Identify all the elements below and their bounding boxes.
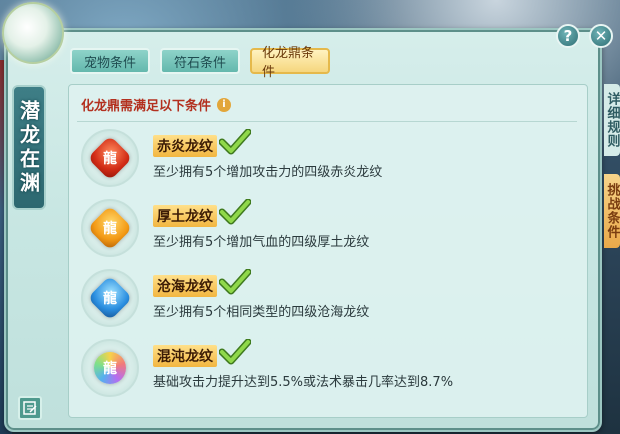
edit-note-button[interactable] bbox=[18, 396, 42, 420]
tab-pet-conditions[interactable]: 宠物条件 bbox=[70, 48, 150, 74]
rune-slot: 龍 bbox=[81, 269, 139, 327]
close-button[interactable]: ✕ bbox=[589, 24, 613, 48]
tab-dragon-cauldron-conditions[interactable]: 化龙鼎条件 bbox=[250, 46, 330, 80]
tab-detailed-rules-label: 详细规则 bbox=[604, 92, 620, 148]
requirement-description: 至少拥有5个增加攻击力的四级赤炎龙纹 bbox=[153, 165, 383, 180]
requirement-name: 混沌龙纹 bbox=[153, 345, 217, 367]
check-icon bbox=[219, 129, 251, 155]
requirement-description: 至少拥有5个增加气血的四级厚土龙纹 bbox=[153, 235, 370, 250]
red-dragon-rune-icon: 龍 bbox=[87, 135, 133, 181]
check-icon bbox=[219, 269, 251, 295]
side-title-text: 潜龙在渊 bbox=[16, 99, 41, 196]
tab-label: 化龙鼎条件 bbox=[262, 46, 315, 80]
requirement-name: 赤炎龙纹 bbox=[153, 135, 217, 157]
requirement-row: 龍 赤炎龙纹 至少拥有5个增加攻击力的四级赤炎龙纹 bbox=[81, 129, 581, 199]
check-icon bbox=[219, 199, 251, 225]
requirement-name: 沧海龙纹 bbox=[153, 275, 217, 297]
requirement-name: 厚土龙纹 bbox=[153, 205, 217, 227]
check-icon bbox=[219, 339, 251, 365]
help-icon: ? bbox=[563, 27, 573, 45]
conditions-heading-text: 化龙鼎需满足以下条件 bbox=[81, 99, 212, 114]
chaos-dragon-rune-icon: 龍 bbox=[94, 352, 126, 384]
rune-slot: 龍 bbox=[81, 199, 139, 257]
help-button[interactable]: ? bbox=[556, 24, 580, 48]
requirement-row: 龍 混沌龙纹 基础攻击力提升达到5.5%或法术暴击几率达到8.7% bbox=[81, 339, 581, 409]
info-icon[interactable]: i bbox=[217, 97, 232, 112]
tab-label: 宠物条件 bbox=[83, 55, 136, 71]
rune-slot: 龍 bbox=[81, 339, 139, 397]
tab-rune-conditions[interactable]: 符石条件 bbox=[160, 48, 240, 74]
edit-icon bbox=[23, 401, 37, 415]
tab-challenge-conditions[interactable]: 挑战条件 bbox=[604, 174, 620, 248]
tab-label: 符石条件 bbox=[173, 55, 226, 71]
tab-detailed-rules[interactable]: 详细规则 bbox=[604, 84, 620, 156]
requirement-description: 至少拥有5个相同类型的四级沧海龙纹 bbox=[153, 305, 370, 320]
close-icon: ✕ bbox=[594, 27, 608, 45]
requirement-description: 基础攻击力提升达到5.5%或法术暴击几率达到8.7% bbox=[153, 375, 454, 390]
tab-challenge-conditions-label: 挑战条件 bbox=[604, 183, 620, 239]
rune-slot: 龍 bbox=[81, 129, 139, 187]
side-title-banner: 潜龙在渊 bbox=[12, 85, 46, 210]
moon-orb-decoration bbox=[2, 2, 64, 64]
earth-dragon-rune-icon: 龍 bbox=[87, 205, 133, 251]
sea-dragon-rune-icon: 龍 bbox=[87, 275, 133, 321]
requirement-row: 龍 沧海龙纹 至少拥有5个相同类型的四级沧海龙纹 bbox=[81, 269, 581, 339]
conditions-content: 化龙鼎需满足以下条件 i 龍 赤炎龙纹 至少拥有5个增加攻击力的四级赤炎龙纹 龍… bbox=[68, 84, 588, 418]
divider bbox=[77, 121, 577, 122]
conditions-heading: 化龙鼎需满足以下条件 i bbox=[81, 95, 232, 114]
requirement-row: 龍 厚土龙纹 至少拥有5个增加气血的四级厚土龙纹 bbox=[81, 199, 581, 269]
